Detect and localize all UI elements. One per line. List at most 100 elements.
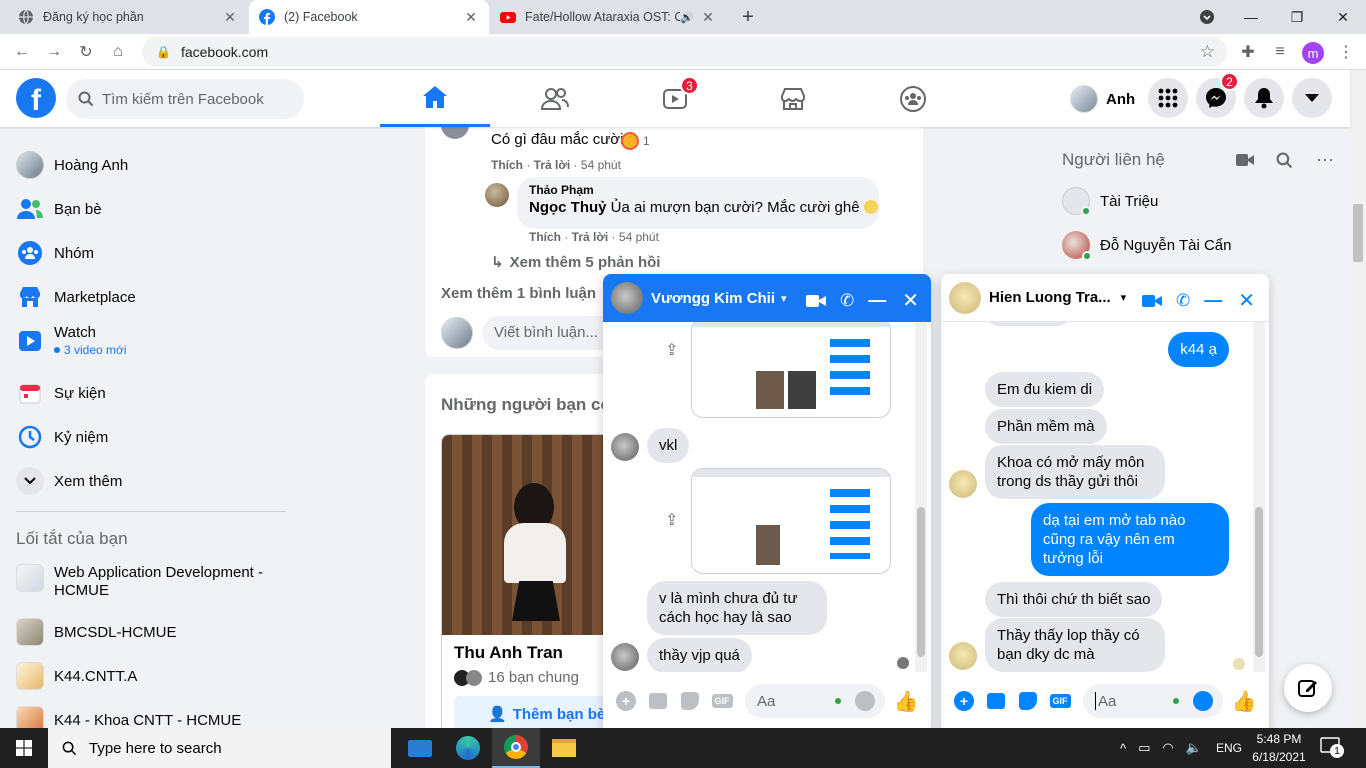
file-explorer-icon[interactable] bbox=[540, 728, 588, 768]
sidebar-item-events[interactable]: Sự kiện bbox=[16, 379, 106, 407]
reply-link[interactable]: Trả lời bbox=[572, 230, 609, 244]
thumbs-up-icon[interactable]: 👍 bbox=[891, 686, 921, 716]
video-call-icon[interactable] bbox=[1141, 294, 1162, 308]
chat-scrollbar[interactable] bbox=[915, 322, 927, 672]
taskbar-search-input[interactable]: Type here to search bbox=[48, 728, 391, 768]
lock-icon[interactable]: 🔒 bbox=[156, 45, 171, 59]
mention-link[interactable]: Ngọc Thuỷ bbox=[529, 199, 607, 216]
minimize-window-button[interactable]: — bbox=[1228, 0, 1274, 34]
nav-tab-marketplace[interactable] bbox=[738, 70, 848, 127]
thumbs-up-icon[interactable]: 👍 bbox=[1229, 686, 1259, 716]
image-icon[interactable] bbox=[981, 686, 1011, 716]
url-input[interactable]: 🔒 facebook.com ☆ bbox=[142, 37, 1227, 67]
message-bubble[interactable]: Phần mềm mà bbox=[985, 409, 1107, 444]
account-menu-button[interactable] bbox=[1292, 78, 1332, 118]
scrollbar-thumb[interactable] bbox=[1255, 507, 1263, 657]
media-control-icon[interactable]: ≡ bbox=[1268, 40, 1292, 64]
message-input[interactable]: Aa bbox=[745, 684, 885, 718]
contacts-search-icon[interactable] bbox=[1276, 152, 1293, 169]
sidebar-item-see-more[interactable]: Xem thêm bbox=[16, 467, 122, 495]
edge-icon[interactable] bbox=[444, 728, 492, 768]
video-call-icon[interactable] bbox=[805, 294, 826, 308]
forward-arrow-icon[interactable]: → bbox=[42, 40, 66, 64]
facebook-logo[interactable]: f bbox=[16, 78, 56, 118]
contact-item[interactable]: Đỗ Nguyễn Tài Cẩn bbox=[1062, 231, 1231, 261]
like-link[interactable]: Thích bbox=[529, 230, 561, 244]
reply-link[interactable]: Trả lời bbox=[534, 158, 571, 172]
reaction-count[interactable]: 1 bbox=[621, 132, 650, 150]
nav-tab-watch[interactable]: 3 bbox=[620, 70, 730, 127]
close-window-button[interactable]: ✕ bbox=[1320, 0, 1366, 34]
sidebar-item-marketplace[interactable]: Marketplace bbox=[16, 283, 136, 311]
more-comments-link[interactable]: Xem thêm 1 bình luận bbox=[441, 285, 596, 302]
chat-header[interactable]: Vươngg Kim Chii ▾ ✆ — ✕ bbox=[603, 274, 931, 322]
image-icon[interactable] bbox=[643, 686, 673, 716]
more-replies-link[interactable]: ↳ Xem thêm 5 phản hồi bbox=[491, 253, 660, 272]
search-input[interactable]: Tìm kiếm trên Facebook bbox=[66, 79, 304, 119]
minimize-icon[interactable]: — bbox=[868, 290, 886, 311]
reply-author[interactable]: Thảo Phạm bbox=[529, 183, 867, 197]
message-bubble[interactable]: vkl bbox=[647, 428, 690, 463]
browser-tab-facebook[interactable]: (2) Facebook ✕ bbox=[249, 0, 489, 34]
clock[interactable]: 5:48 PM 6/18/2021 bbox=[1252, 730, 1306, 766]
video-room-icon[interactable] bbox=[1236, 152, 1254, 170]
wifi-icon[interactable]: ◠ bbox=[1162, 740, 1173, 756]
browser-tab-youtube[interactable]: Fate/Hollow Ataraxia OST: Cả 🔊 ✕ bbox=[490, 0, 726, 34]
reload-icon[interactable]: ↻ bbox=[74, 40, 98, 64]
sidebar-item-groups[interactable]: Nhóm bbox=[16, 239, 94, 267]
shared-screenshot[interactable] bbox=[691, 322, 891, 418]
speaker-icon[interactable]: 🔊 bbox=[680, 11, 694, 24]
home-icon[interactable]: ⌂ bbox=[106, 40, 130, 64]
message-input[interactable]: Aa bbox=[1083, 684, 1223, 718]
gif-icon[interactable]: GIF bbox=[1045, 686, 1075, 716]
share-icon[interactable]: ⇪ bbox=[665, 340, 678, 360]
chevron-down-icon[interactable]: ▾ bbox=[1121, 291, 1127, 304]
mail-icon[interactable] bbox=[396, 728, 444, 768]
new-message-button[interactable] bbox=[1284, 664, 1332, 712]
close-tab-icon[interactable]: ✕ bbox=[463, 9, 479, 26]
share-icon[interactable]: ⇪ bbox=[665, 510, 678, 530]
close-icon[interactable]: ✕ bbox=[902, 288, 919, 313]
close-tab-icon[interactable]: ✕ bbox=[700, 9, 716, 26]
plus-circle-icon[interactable]: + bbox=[611, 686, 641, 716]
sticker-icon[interactable] bbox=[675, 686, 705, 716]
emoji-icon[interactable] bbox=[1193, 691, 1213, 711]
contact-item[interactable]: Tài Triệu bbox=[1062, 187, 1158, 216]
sticker-icon[interactable] bbox=[1013, 686, 1043, 716]
action-center-icon[interactable]: 1 bbox=[1320, 736, 1344, 760]
chrome-icon[interactable] bbox=[492, 728, 540, 768]
like-link[interactable]: Thích bbox=[491, 158, 523, 172]
shortcut-item[interactable]: BMCSDL-HCMUE bbox=[16, 618, 177, 646]
messenger-button[interactable]: 2 bbox=[1196, 72, 1239, 118]
chevron-down-icon[interactable]: ▾ bbox=[781, 292, 787, 305]
message-bubble[interactable]: thầy vjp quá bbox=[647, 638, 752, 672]
extensions-icon[interactable]: ✚ bbox=[1236, 40, 1260, 64]
battery-icon[interactable]: ▭ bbox=[1138, 740, 1150, 756]
nav-tab-home[interactable] bbox=[380, 70, 490, 127]
sidebar-item-friends[interactable]: Bạn bè bbox=[16, 195, 102, 223]
windows-start-icon[interactable] bbox=[0, 728, 48, 768]
emoji-icon[interactable] bbox=[855, 691, 875, 711]
nav-tab-friends[interactable] bbox=[500, 70, 610, 127]
page-scrollbar[interactable] bbox=[1350, 70, 1366, 728]
message-bubble[interactable]: v là mình chưa đủ tư cách học hay là sao bbox=[647, 581, 827, 635]
browser-tab-dangky[interactable]: Đăng ký học phần ✕ bbox=[8, 0, 248, 34]
profile-avatar[interactable]: m bbox=[1302, 42, 1324, 64]
message-bubble[interactable]: Thì thôi chứ th biết sao bbox=[985, 582, 1163, 617]
notifications-button[interactable] bbox=[1244, 78, 1284, 118]
minimize-icon[interactable]: — bbox=[1204, 290, 1222, 311]
new-tab-button[interactable]: + bbox=[736, 6, 760, 28]
phone-icon[interactable]: ✆ bbox=[1176, 291, 1190, 311]
chat-header[interactable]: Hien Luong Tra... ▾ ✆ — ✕ bbox=[941, 274, 1269, 322]
phone-icon[interactable]: ✆ bbox=[840, 291, 854, 311]
shared-screenshot[interactable] bbox=[691, 468, 891, 574]
language-indicator[interactable]: ENG bbox=[1216, 741, 1242, 755]
contacts-options-icon[interactable]: ··· bbox=[1316, 150, 1334, 168]
sidebar-item-memories[interactable]: Kỷ niệm bbox=[16, 423, 108, 451]
gif-icon[interactable]: GIF bbox=[707, 686, 737, 716]
close-tab-icon[interactable]: ✕ bbox=[222, 9, 238, 26]
sidebar-item-watch[interactable]: Watch 3 video mới bbox=[16, 324, 127, 357]
sidebar-item-profile[interactable]: Hoàng Anh bbox=[16, 151, 128, 179]
message-bubble[interactable]: dạ tại em mở tab nào cũng ra vậy nên em … bbox=[1031, 503, 1229, 576]
profile-shortcut[interactable]: Anh bbox=[1064, 82, 1141, 116]
